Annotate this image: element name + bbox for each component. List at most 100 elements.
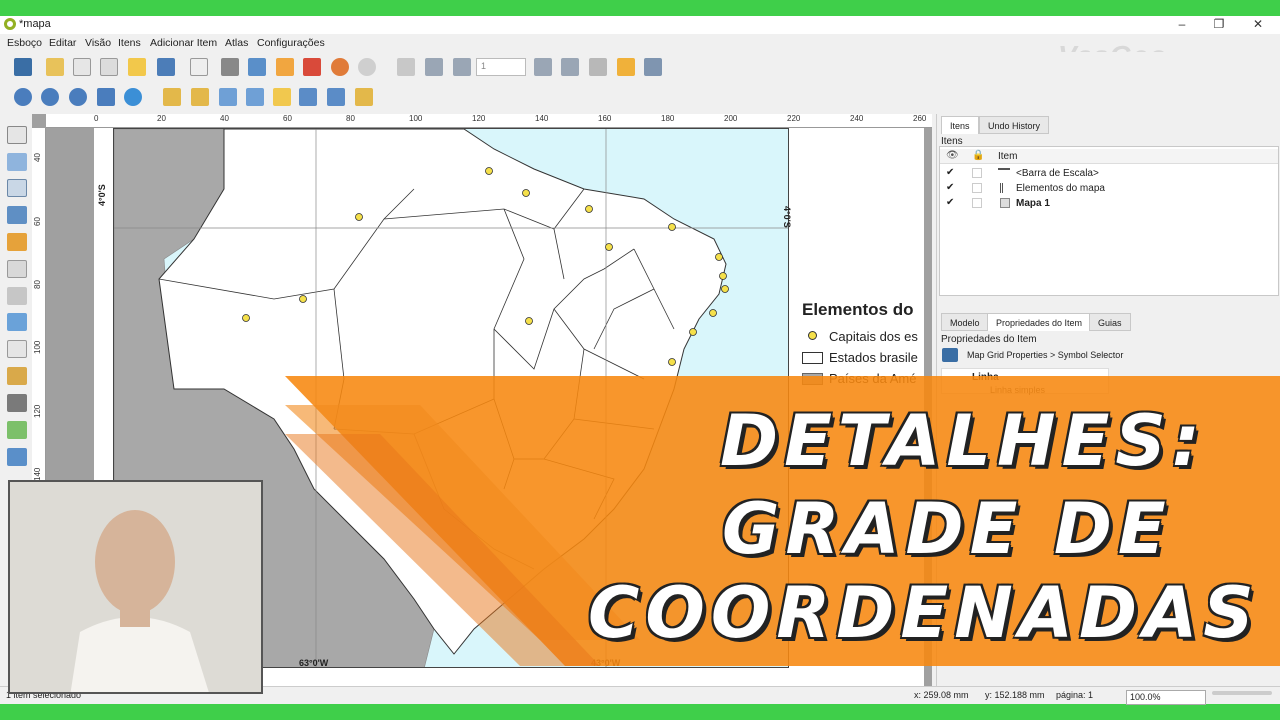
add-shape-icon[interactable] xyxy=(7,421,27,439)
grid-label-lon-west: 63°0'W xyxy=(299,658,329,668)
edit-nodes-icon[interactable] xyxy=(7,233,27,251)
pan-hand-icon[interactable] xyxy=(7,126,27,144)
composer-manager-icon[interactable] xyxy=(100,58,118,76)
ruler-tick-label: 80 xyxy=(33,280,42,289)
visibility-checkbox[interactable]: ✔ xyxy=(946,183,956,193)
menu-visao[interactable]: Visão xyxy=(85,37,111,49)
export-image-icon[interactable] xyxy=(248,58,266,76)
lock-items-icon[interactable] xyxy=(163,88,181,106)
menu-editar[interactable]: Editar xyxy=(49,37,76,49)
ruler-tick-label: 0 xyxy=(94,114,99,123)
visibility-checkbox[interactable]: ✔ xyxy=(946,168,956,178)
menu-configuracoes[interactable]: Configurações xyxy=(257,37,325,49)
map-item-icon xyxy=(1000,198,1010,208)
ruler-tick-label: 140 xyxy=(535,114,549,123)
visibility-eye-icon: 👁 xyxy=(946,150,959,161)
add-scalebar-icon[interactable] xyxy=(7,394,27,412)
capital-point xyxy=(689,328,697,336)
ruler-tick-label: 200 xyxy=(724,114,738,123)
undo-icon[interactable] xyxy=(331,58,349,76)
last-feature-icon[interactable] xyxy=(561,58,579,76)
save-template-icon[interactable] xyxy=(157,58,175,76)
navigation-toolbar xyxy=(0,82,1280,112)
add-arrow-icon[interactable] xyxy=(7,448,27,466)
tab-modelo[interactable]: Modelo xyxy=(941,313,989,331)
open-template-icon[interactable] xyxy=(128,58,146,76)
horizontal-ruler: 0 20 40 60 80 100 120 140 160 180 200 22… xyxy=(46,114,932,128)
items-tree[interactable]: 👁 🔒 Item ✔ <Barra de Escala> ✔ Elementos… xyxy=(939,146,1279,296)
raise-items-icon[interactable] xyxy=(273,88,291,106)
save-icon[interactable] xyxy=(14,58,32,76)
export-pdf-icon[interactable] xyxy=(303,58,321,76)
zoom-out-icon[interactable] xyxy=(41,88,59,106)
maximize-button[interactable]: ❐ xyxy=(1207,17,1231,31)
zoom-slider[interactable] xyxy=(1212,691,1272,695)
first-feature-icon[interactable] xyxy=(425,58,443,76)
menu-esboco[interactable]: Esboço xyxy=(7,37,42,49)
tab-propriedades-item[interactable]: Propriedades do Item xyxy=(987,313,1092,331)
new-composer-icon[interactable] xyxy=(46,58,64,76)
duplicate-composer-icon[interactable] xyxy=(73,58,91,76)
list-item[interactable]: ✔ Mapa 1 xyxy=(940,196,1278,211)
export-atlas-icon[interactable] xyxy=(617,58,635,76)
export-svg-icon[interactable] xyxy=(276,58,294,76)
zoom-in-icon[interactable] xyxy=(14,88,32,106)
add-legend-icon[interactable] xyxy=(7,367,27,385)
add-3d-map-icon[interactable] xyxy=(7,287,27,305)
move-content-icon[interactable] xyxy=(7,206,27,224)
refresh-icon[interactable] xyxy=(124,88,142,106)
minimize-button[interactable]: – xyxy=(1170,17,1194,31)
add-map-icon[interactable] xyxy=(7,260,27,278)
resize-icon[interactable] xyxy=(355,88,373,106)
ruler-tick-label: 80 xyxy=(346,114,355,123)
window-title: *mapa xyxy=(19,18,51,30)
previous-feature-icon[interactable] xyxy=(453,58,471,76)
capital-point xyxy=(668,223,676,231)
align-left-icon[interactable] xyxy=(299,88,317,106)
next-feature-icon[interactable] xyxy=(534,58,552,76)
list-item[interactable]: ✔ <Barra de Escala> xyxy=(940,166,1278,181)
new-page-icon[interactable] xyxy=(190,58,208,76)
print-icon[interactable] xyxy=(221,58,239,76)
visibility-checkbox[interactable]: ✔ xyxy=(946,198,956,208)
atlas-preview-icon[interactable] xyxy=(397,58,415,76)
unlock-items-icon[interactable] xyxy=(191,88,209,106)
capital-point xyxy=(299,295,307,303)
capital-point xyxy=(242,314,250,322)
legend-title: Elementos do xyxy=(802,300,914,319)
atlas-settings-icon[interactable] xyxy=(644,58,662,76)
zoom-tool-icon[interactable] xyxy=(7,153,27,171)
list-item[interactable]: ✔ Elementos do mapa xyxy=(940,181,1278,196)
symbol-layer-simple[interactable]: Linha simples xyxy=(990,385,1045,395)
add-picture-icon[interactable] xyxy=(7,313,27,331)
items-header-item: Item xyxy=(998,151,1018,162)
zoom-actual-icon[interactable] xyxy=(69,88,87,106)
group-icon[interactable] xyxy=(219,88,237,106)
symbol-tree[interactable]: Linha Linha simples xyxy=(941,368,1109,395)
lock-checkbox[interactable] xyxy=(972,168,982,178)
print-atlas-icon[interactable] xyxy=(589,58,607,76)
add-label-icon[interactable] xyxy=(7,340,27,358)
menu-atlas[interactable]: Atlas xyxy=(225,37,248,49)
capital-point xyxy=(522,189,530,197)
tab-undo-history[interactable]: Undo History xyxy=(979,116,1050,134)
back-arrow-icon[interactable] xyxy=(942,348,958,362)
close-button[interactable]: ✕ xyxy=(1246,17,1270,31)
ungroup-icon[interactable] xyxy=(246,88,264,106)
lock-checkbox[interactable] xyxy=(972,183,982,193)
atlas-page-spinbox[interactable]: 1 xyxy=(476,58,526,76)
menu-itens[interactable]: Itens xyxy=(118,37,141,49)
menu-adicionar-item[interactable]: Adicionar Item xyxy=(150,37,217,49)
capital-symbol-icon xyxy=(808,331,817,340)
zoom-full-icon[interactable] xyxy=(97,88,115,106)
lock-checkbox[interactable] xyxy=(972,198,982,208)
tab-itens[interactable]: Itens xyxy=(941,116,979,134)
redo-icon[interactable] xyxy=(358,58,376,76)
zoom-select[interactable]: 100.0% xyxy=(1126,690,1206,705)
distribute-icon[interactable] xyxy=(327,88,345,106)
select-move-icon[interactable] xyxy=(7,179,27,197)
symbol-layer-line[interactable]: Linha xyxy=(972,372,999,383)
tab-guias[interactable]: Guias xyxy=(1089,313,1131,331)
ruler-tick-label: 260 xyxy=(913,114,927,123)
ruler-tick-label: 120 xyxy=(472,114,486,123)
